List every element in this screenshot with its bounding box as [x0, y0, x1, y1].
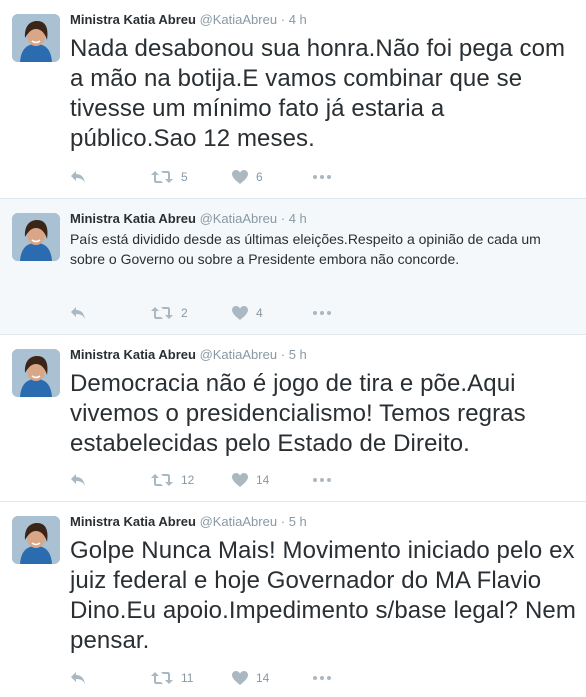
- reply-icon: [70, 671, 86, 685]
- separator-dot: ·: [280, 347, 286, 362]
- tweet-header: Ministra Katia Abreu @KatiaAbreu · 4 h: [70, 211, 576, 227]
- author-name[interactable]: Ministra Katia Abreu: [70, 347, 196, 362]
- like-count: 14: [256, 473, 270, 487]
- tweet-actions: 11 14: [70, 669, 331, 687]
- retweet-icon: [151, 170, 173, 184]
- more-button[interactable]: [313, 175, 331, 179]
- author-handle[interactable]: @KatiaAbreu: [200, 211, 278, 226]
- retweet-icon: [151, 671, 173, 685]
- author-name[interactable]: Ministra Katia Abreu: [70, 514, 196, 529]
- like-count: 4: [256, 306, 263, 320]
- avatar[interactable]: [12, 516, 60, 564]
- tweet-actions: 2 4: [70, 304, 331, 322]
- like-button[interactable]: 14: [232, 671, 313, 685]
- like-button[interactable]: 6: [232, 170, 313, 184]
- separator-dot: ·: [280, 514, 286, 529]
- separator-dot: ·: [280, 211, 286, 226]
- retweet-icon: [151, 306, 173, 320]
- author-handle[interactable]: @KatiaAbreu: [200, 12, 278, 27]
- retweet-button[interactable]: 11: [151, 671, 232, 685]
- like-button[interactable]: 14: [232, 473, 313, 487]
- reply-button[interactable]: [70, 671, 151, 685]
- more-button[interactable]: [313, 311, 331, 315]
- more-button[interactable]: [313, 676, 331, 680]
- author-name[interactable]: Ministra Katia Abreu: [70, 12, 196, 27]
- more-button[interactable]: [313, 478, 331, 482]
- like-count: 14: [256, 671, 270, 685]
- reply-button[interactable]: [70, 170, 151, 184]
- tweet-text: Golpe Nunca Mais! Movimento iniciado pel…: [70, 537, 576, 654]
- retweet-button[interactable]: 5: [151, 170, 232, 184]
- retweet-button[interactable]: 2: [151, 306, 232, 320]
- reply-button[interactable]: [70, 473, 151, 487]
- heart-icon: [232, 170, 248, 184]
- retweet-count: 2: [181, 306, 188, 320]
- author-handle[interactable]: @KatiaAbreu: [200, 347, 278, 362]
- timestamp[interactable]: 5 h: [289, 347, 307, 362]
- avatar[interactable]: [12, 213, 60, 261]
- timeline: Ministra Katia Abreu @KatiaAbreu · 4 h N…: [0, 0, 586, 697]
- tweet-actions: 12 14: [70, 471, 331, 489]
- more-icon: [313, 676, 317, 680]
- like-count: 6: [256, 170, 263, 184]
- timestamp[interactable]: 5 h: [289, 514, 307, 529]
- author-handle[interactable]: @KatiaAbreu: [200, 514, 278, 529]
- more-icon: [313, 175, 317, 179]
- tweet-text: Democracia não é jogo de tira e põe.Aqui…: [70, 370, 526, 457]
- avatar[interactable]: [12, 349, 60, 397]
- tweet-header: Ministra Katia Abreu @KatiaAbreu · 5 h: [70, 347, 576, 363]
- reply-icon: [70, 473, 86, 487]
- retweet-icon: [151, 473, 173, 487]
- more-icon: [313, 311, 317, 315]
- tweet[interactable]: Ministra Katia Abreu @KatiaAbreu · 5 h D…: [0, 335, 586, 502]
- reply-button[interactable]: [70, 306, 151, 320]
- reply-icon: [70, 306, 86, 320]
- timestamp[interactable]: 4 h: [289, 211, 307, 226]
- tweet-actions: 5 6: [70, 168, 331, 186]
- tweet[interactable]: Ministra Katia Abreu @KatiaAbreu · 5 h G…: [0, 502, 586, 697]
- more-icon: [313, 478, 317, 482]
- tweet-header: Ministra Katia Abreu @KatiaAbreu · 5 h: [70, 514, 576, 530]
- tweet[interactable]: Ministra Katia Abreu @KatiaAbreu · 4 h N…: [0, 0, 586, 199]
- tweet[interactable]: Ministra Katia Abreu @KatiaAbreu · 4 h P…: [0, 199, 586, 335]
- retweet-count: 5: [181, 170, 188, 184]
- avatar[interactable]: [12, 14, 60, 62]
- heart-icon: [232, 306, 248, 320]
- retweet-count: 11: [181, 671, 194, 685]
- retweet-button[interactable]: 12: [151, 473, 232, 487]
- tweet-header: Ministra Katia Abreu @KatiaAbreu · 4 h: [70, 12, 576, 28]
- author-name[interactable]: Ministra Katia Abreu: [70, 211, 196, 226]
- timestamp[interactable]: 4 h: [289, 12, 307, 27]
- tweet-text: País está dividido desde as últimas elei…: [70, 231, 541, 267]
- retweet-count: 12: [181, 473, 195, 487]
- heart-icon: [232, 473, 248, 487]
- tweet-text: Nada desabonou sua honra.Não foi pega co…: [70, 35, 566, 152]
- like-button[interactable]: 4: [232, 306, 313, 320]
- heart-icon: [232, 671, 248, 685]
- reply-icon: [70, 170, 86, 184]
- separator-dot: ·: [280, 12, 286, 27]
